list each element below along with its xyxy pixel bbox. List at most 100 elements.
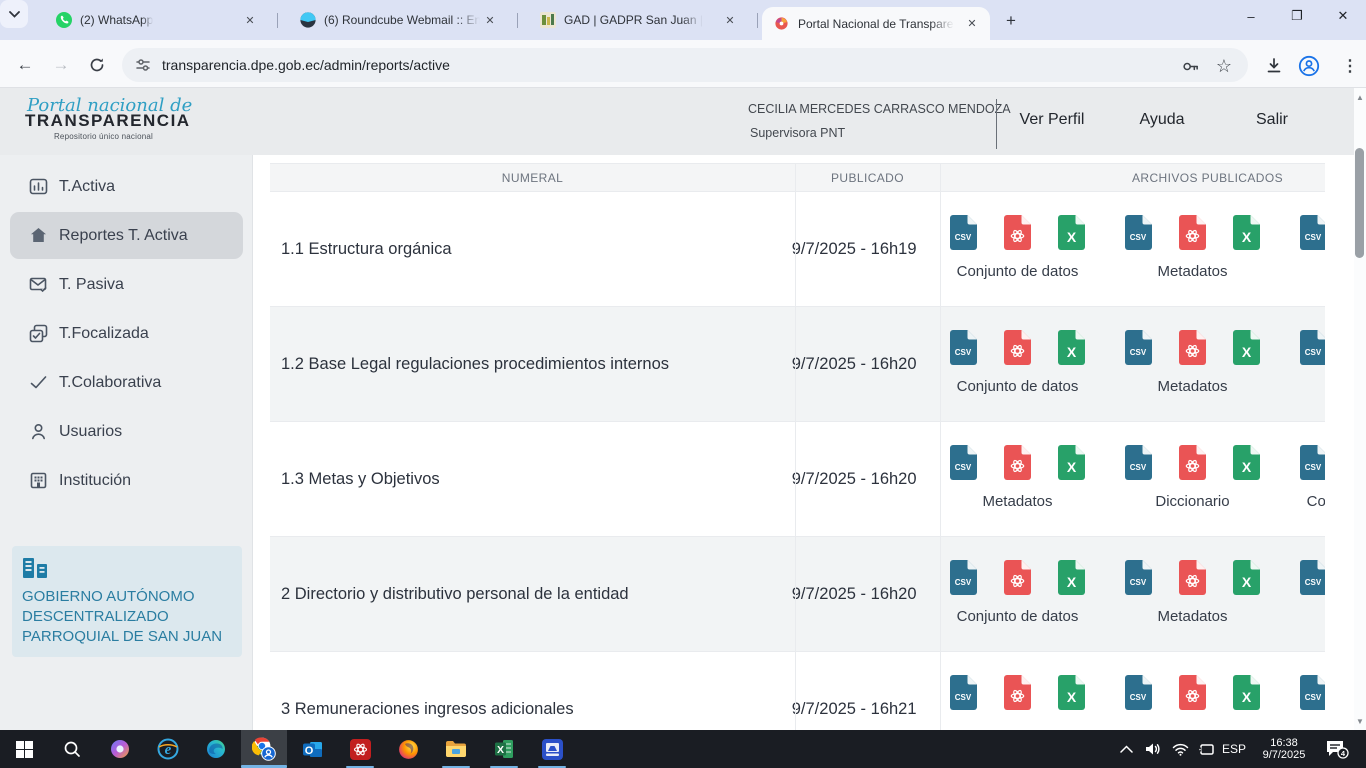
tray-chevron-icon[interactable] — [1113, 730, 1139, 768]
reload-button[interactable] — [84, 52, 110, 78]
sidebar-item-t-activa[interactable]: T.Activa — [0, 162, 253, 211]
csv-file-icon[interactable]: CSV — [950, 675, 977, 710]
xls-file-icon[interactable]: X — [1233, 675, 1260, 710]
csv-file-icon[interactable]: CSV — [1300, 675, 1325, 710]
taskbar-copilot-button[interactable] — [97, 730, 143, 768]
taskbar-firefox-button[interactable] — [385, 730, 431, 768]
tab-close-icon[interactable]: ✕ — [722, 12, 738, 28]
tab-search-button[interactable] — [0, 0, 28, 28]
pdf-file-icon[interactable] — [1179, 330, 1206, 365]
volume-icon[interactable] — [1140, 730, 1166, 768]
sidebar-item-t-colaborativa[interactable]: T.Colaborativa — [0, 358, 253, 407]
wifi-icon[interactable] — [1167, 730, 1193, 768]
window-close-button[interactable]: ✕ — [1321, 0, 1365, 32]
site-settings-icon[interactable] — [134, 56, 152, 74]
sidebar-item-reportes-t-activa[interactable]: Reportes T. Activa — [10, 212, 243, 259]
sidebar-item-usuarios[interactable]: Usuarios — [0, 407, 253, 456]
xls-file-icon[interactable]: X — [1233, 560, 1260, 595]
csv-file-icon[interactable]: CSV — [1125, 445, 1152, 480]
pdf-file-icon[interactable] — [1179, 215, 1206, 250]
csv-file-icon[interactable]: CSV — [950, 445, 977, 480]
csv-file-icon[interactable]: CSV — [1125, 215, 1152, 250]
taskbar-scanner-button[interactable] — [529, 730, 575, 768]
svg-text:CSV: CSV — [1130, 233, 1147, 242]
pdf-file-icon[interactable] — [1004, 560, 1031, 595]
taskbar-outlook-button[interactable]: O — [289, 730, 335, 768]
taskbar-start-button[interactable] — [1, 730, 47, 768]
check-icon — [29, 373, 48, 392]
pdf-file-icon[interactable] — [1004, 675, 1031, 710]
xls-file-icon[interactable]: X — [1058, 675, 1085, 710]
browser-tabstrip: (2) WhatsApp✕ (6) Roundcube Webmail :: En… — [0, 0, 1366, 40]
csv-file-icon[interactable]: CSV — [1300, 330, 1325, 365]
taskbar-edge-button[interactable] — [193, 730, 239, 768]
taskbar-search-button[interactable] — [49, 730, 95, 768]
csv-file-icon[interactable]: CSV — [950, 215, 977, 250]
sidebar-item-t-focalizada[interactable]: T.Focalizada — [0, 309, 253, 358]
xls-file-icon[interactable]: X — [1233, 445, 1260, 480]
csv-file-icon[interactable]: CSV — [1300, 215, 1325, 250]
back-button[interactable]: ← — [12, 52, 38, 78]
language-indicator[interactable]: ESP — [1218, 730, 1250, 768]
taskbar-acrobat-button[interactable] — [337, 730, 383, 768]
pdf-file-icon[interactable] — [1004, 215, 1031, 250]
browser-tab[interactable]: GAD | GADPR San Juan |✕ — [528, 0, 748, 40]
xls-file-icon[interactable]: X — [1233, 215, 1260, 250]
browser-tab[interactable]: (6) Roundcube Webmail :: Entra✕ — [288, 0, 508, 40]
new-tab-button[interactable]: + — [998, 8, 1024, 34]
scrollbar-thumb[interactable] — [1355, 148, 1364, 258]
entity-card[interactable]: GOBIERNO AUTÓNOMO DESCENTRALIZADO PARROQ… — [12, 546, 242, 657]
csv-file-icon[interactable]: CSV — [1125, 675, 1152, 710]
browser-tab[interactable]: (2) WhatsApp✕ — [44, 0, 268, 40]
forward-button[interactable]: → — [48, 52, 74, 78]
csv-file-icon[interactable]: CSV — [1300, 560, 1325, 595]
xls-file-icon[interactable]: X — [1058, 215, 1085, 250]
xls-file-icon[interactable]: X — [1058, 560, 1085, 595]
bookmark-star-icon[interactable]: ☆ — [1212, 54, 1236, 78]
sidebar-item-label: T.Colaborativa — [59, 374, 161, 392]
cast-display-icon[interactable] — [1194, 730, 1220, 768]
browser-menu-icon[interactable]: ⋮ — [1338, 54, 1362, 78]
sidebar-item-t-pasiva[interactable]: T. Pasiva — [0, 260, 253, 309]
xls-file-icon[interactable]: X — [1058, 445, 1085, 480]
window-restore-button[interactable]: ❐ — [1275, 0, 1319, 32]
header-link-salir[interactable]: Salir — [1256, 111, 1288, 129]
taskbar-internet-explorer-button[interactable]: e — [145, 730, 191, 768]
profile-avatar-icon[interactable] — [1297, 54, 1321, 78]
header-link-ayuda[interactable]: Ayuda — [1139, 111, 1184, 129]
tab-close-icon[interactable]: ✕ — [482, 12, 498, 28]
xls-file-icon[interactable]: X — [1233, 330, 1260, 365]
page-scrollbar[interactable]: ▲ ▼ — [1354, 88, 1366, 730]
csv-file-icon[interactable]: CSV — [1300, 445, 1325, 480]
header-link-ver-perfil[interactable]: Ver Perfil — [1020, 111, 1085, 129]
pdf-file-icon[interactable] — [1004, 445, 1031, 480]
browser-tab[interactable]: Portal Nacional de Transparenci✕ — [762, 7, 990, 40]
scroll-down-arrow[interactable]: ▼ — [1354, 714, 1366, 728]
svg-text:X: X — [1242, 344, 1252, 360]
sidebar-item-label: T.Focalizada — [59, 325, 149, 343]
window-minimize-button[interactable]: – — [1229, 0, 1273, 32]
pdf-file-icon[interactable] — [1179, 560, 1206, 595]
csv-file-icon[interactable]: CSV — [950, 560, 977, 595]
pdf-file-icon[interactable] — [1004, 330, 1031, 365]
csv-file-icon[interactable]: CSV — [1125, 560, 1152, 595]
pdf-file-icon[interactable] — [1179, 675, 1206, 710]
address-bar[interactable]: transparencia.dpe.gob.ec/admin/reports/a… — [122, 48, 1248, 82]
pdf-file-icon[interactable] — [1179, 445, 1206, 480]
svg-text:O: O — [304, 744, 313, 756]
csv-file-icon[interactable]: CSV — [1125, 330, 1152, 365]
csv-file-icon[interactable]: CSV — [950, 330, 977, 365]
tab-close-icon[interactable]: ✕ — [964, 16, 980, 32]
action-center-icon[interactable]: 4 — [1320, 730, 1354, 768]
xls-file-icon[interactable]: X — [1058, 330, 1085, 365]
downloads-icon[interactable] — [1262, 54, 1286, 78]
tab-close-icon[interactable]: ✕ — [242, 12, 258, 28]
password-key-icon[interactable] — [1178, 54, 1202, 78]
sidebar-item-instituci-n[interactable]: Institución — [0, 456, 253, 505]
scroll-up-arrow[interactable]: ▲ — [1354, 90, 1366, 104]
taskbar-excel-button[interactable]: X — [481, 730, 527, 768]
taskbar-chrome-button[interactable] — [241, 730, 287, 768]
file-group-label: Metadatos — [1125, 263, 1260, 280]
taskbar-clock[interactable]: 16:389/7/2025 — [1252, 730, 1316, 768]
taskbar-file-explorer-button[interactable] — [433, 730, 479, 768]
